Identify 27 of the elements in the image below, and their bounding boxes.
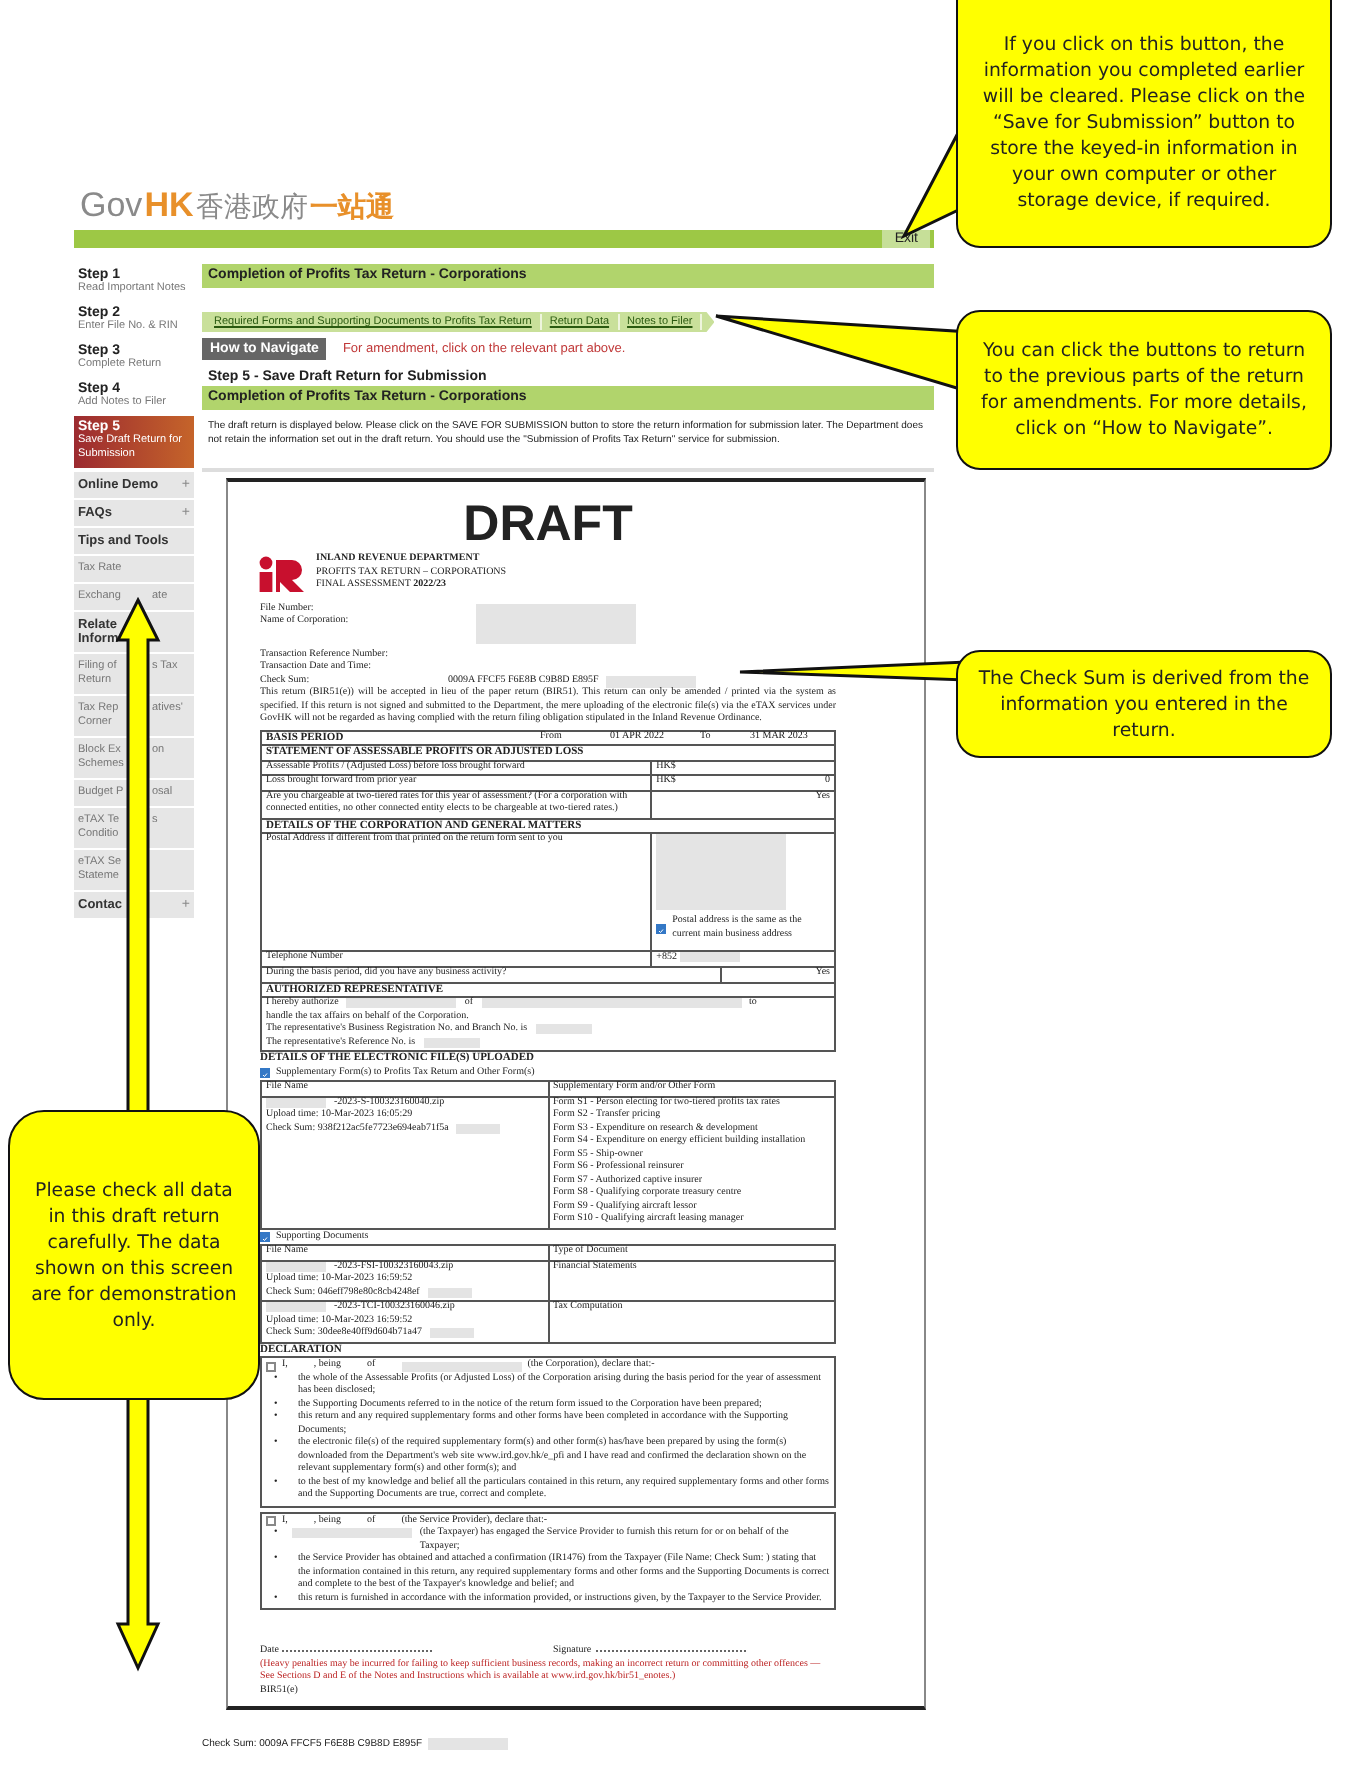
checkbox[interactable]	[260, 1068, 270, 1079]
logo-text: 香港政府	[195, 190, 308, 226]
department-logo	[256, 555, 304, 592]
callout-bubble: The Check Sum is derived from the information you entered in the return.	[956, 650, 1332, 758]
redacted-field	[427, 1287, 472, 1298]
redacted-field	[346, 998, 457, 1009]
logo-text: 一站通	[309, 190, 394, 226]
redacted-field	[266, 1261, 326, 1272]
redacted-field	[429, 1328, 474, 1339]
checkbox[interactable]	[266, 1516, 276, 1527]
redacted-field	[606, 675, 697, 687]
redacted-field	[428, 1738, 509, 1751]
checkbox[interactable]	[266, 1361, 276, 1372]
redacted-field	[423, 1037, 480, 1048]
checkbox[interactable]	[656, 924, 667, 934]
callout-bubble: Please check all data in this draft return carefully. The data shown on this screen are for demonstration only.	[8, 1110, 260, 1400]
redacted-field	[679, 952, 740, 962]
table-cell	[720, 760, 835, 775]
redacted-field	[456, 1123, 501, 1134]
logo-text: HK	[144, 186, 194, 226]
logo-text: Gov	[80, 186, 143, 226]
draft-title: DRAFT	[461, 498, 635, 550]
redacted-field	[535, 1024, 592, 1035]
redacted-field	[656, 834, 787, 910]
redacted-field	[266, 1097, 326, 1108]
redacted-field	[266, 1302, 326, 1313]
checkbox[interactable]	[260, 1232, 270, 1243]
